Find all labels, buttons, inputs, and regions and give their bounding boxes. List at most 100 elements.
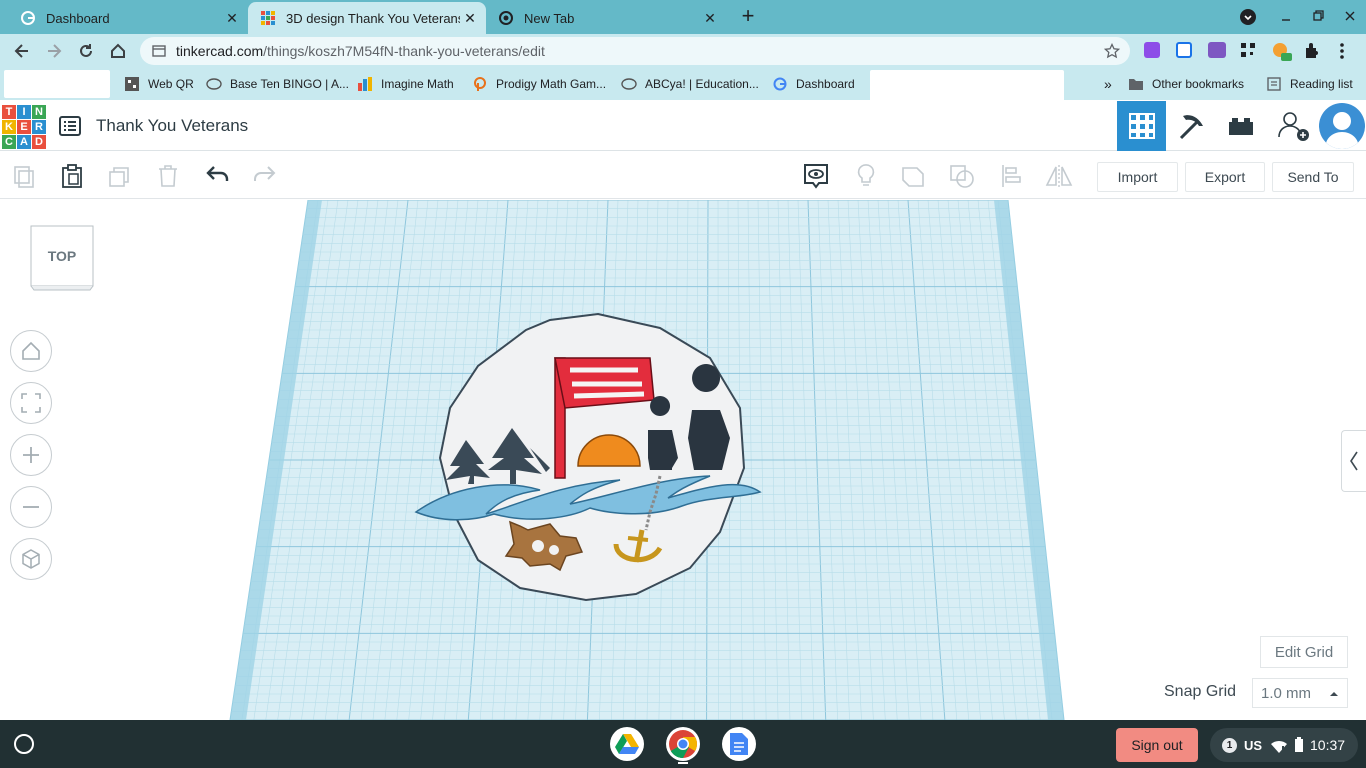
- other-bookmarks[interactable]: Other bookmarks: [1128, 68, 1244, 100]
- google-docs-icon[interactable]: [722, 727, 756, 761]
- home-icon[interactable]: [106, 40, 130, 62]
- extensions-puzzle-icon[interactable]: [1304, 42, 1320, 58]
- clock[interactable]: 10:37: [1310, 737, 1345, 753]
- bookmark-imagine-math[interactable]: Imagine Math: [357, 68, 454, 100]
- logo-letter: K: [2, 120, 16, 134]
- logo-letter: E: [17, 120, 31, 134]
- 3d-design-view-button[interactable]: [1117, 101, 1166, 151]
- tab-dashboard[interactable]: Dashboard ✕: [8, 2, 248, 34]
- export-button[interactable]: Export: [1185, 162, 1265, 192]
- copy-icon[interactable]: [8, 152, 40, 199]
- minimize-icon[interactable]: [1278, 8, 1294, 24]
- bricks-view-button[interactable]: [1216, 101, 1266, 151]
- zoom-out-button[interactable]: [10, 486, 52, 528]
- restore-icon[interactable]: [1310, 8, 1326, 24]
- tab-title: Dashboard: [46, 10, 110, 26]
- duplicate-icon[interactable]: [104, 152, 136, 199]
- browser-tab-strip: Dashboard ✕ 3D design Thank You Veterans…: [0, 0, 1366, 34]
- bookmark-web-qr[interactable]: Web QR: [124, 68, 194, 100]
- minecraft-view-button[interactable]: [1166, 101, 1216, 151]
- tab-new-tab[interactable]: New Tab ✕: [486, 2, 726, 34]
- paste-icon[interactable]: [56, 152, 88, 199]
- close-tab-icon[interactable]: ✕: [700, 10, 720, 27]
- logo-letter: T: [2, 105, 16, 119]
- logo-letter: N: [32, 105, 46, 119]
- extension-qr-icon[interactable]: [1240, 42, 1256, 58]
- align-icon[interactable]: [996, 152, 1028, 199]
- ungroup-icon[interactable]: [946, 152, 978, 199]
- tinkercad-logo[interactable]: TIN KER CAD: [2, 105, 46, 149]
- home-view-button[interactable]: [10, 330, 52, 372]
- reload-icon[interactable]: [74, 40, 98, 62]
- close-tab-icon[interactable]: ✕: [222, 10, 242, 27]
- browser-menu-icon[interactable]: [1338, 42, 1346, 60]
- design-list-icon[interactable]: [58, 114, 82, 138]
- chevron-left-icon: [1350, 451, 1358, 471]
- reading-list[interactable]: Reading list: [1266, 68, 1353, 100]
- google-drive-icon[interactable]: [610, 727, 644, 761]
- add-user-icon: [1278, 112, 1309, 141]
- send-to-button[interactable]: Send To: [1272, 162, 1354, 192]
- lightbulb-icon[interactable]: [850, 152, 882, 199]
- shapes-panel-toggle[interactable]: [1341, 430, 1366, 492]
- logo-letter: D: [32, 135, 46, 149]
- edit-grid-button[interactable]: Edit Grid: [1260, 636, 1348, 668]
- zoom-in-button[interactable]: [10, 434, 52, 476]
- extension-purple-icon[interactable]: [1144, 42, 1160, 58]
- logo-letter: A: [17, 135, 31, 149]
- os-shelf: Sign out 1 US 10:37: [0, 720, 1366, 768]
- extension-screen-icon[interactable]: [1176, 42, 1192, 58]
- fit-view-button[interactable]: [10, 382, 52, 424]
- view-cube-face-label: TOP: [47, 248, 77, 264]
- logo-letter: R: [32, 120, 46, 134]
- close-tab-icon[interactable]: ✕: [460, 10, 480, 27]
- bookmark-blank[interactable]: [870, 70, 1064, 102]
- launcher-icon[interactable]: [14, 734, 34, 754]
- bookmarks-overflow-button[interactable]: »: [1104, 68, 1112, 100]
- forward-icon[interactable]: [42, 40, 66, 62]
- workplane-viewport[interactable]: TOP Edit Grid Snap Grid 1.0 mm: [0, 200, 1366, 720]
- close-window-icon[interactable]: [1342, 8, 1358, 24]
- new-tab-button[interactable]: +: [736, 4, 760, 28]
- google-g-icon: [772, 76, 788, 92]
- bookmark-dashboard[interactable]: Dashboard: [772, 68, 855, 100]
- avatar[interactable]: [1319, 103, 1365, 149]
- bookmark-blank[interactable]: [4, 70, 110, 98]
- notes-visibility-icon[interactable]: [800, 152, 832, 199]
- undo-icon[interactable]: [202, 152, 234, 199]
- veterans-design-model[interactable]: [410, 308, 770, 608]
- sign-out-button[interactable]: Sign out: [1116, 728, 1198, 762]
- site-info-icon[interactable]: [152, 43, 168, 59]
- notification-count-badge[interactable]: 1: [1222, 738, 1237, 753]
- mirror-icon[interactable]: [1042, 152, 1076, 199]
- status-tray[interactable]: 1 US 10:37: [1210, 728, 1358, 762]
- url-path: /things/koszh7M54fN-thank-you-veterans/e…: [263, 43, 545, 59]
- snap-grid-select[interactable]: 1.0 mm: [1252, 678, 1348, 708]
- extension-pw-icon[interactable]: [1208, 42, 1226, 58]
- invite-user-button[interactable]: [1268, 101, 1318, 151]
- logo-letter: I: [17, 105, 31, 119]
- input-method-indicator[interactable]: US: [1244, 738, 1262, 753]
- design-title[interactable]: Thank You Veterans: [96, 116, 248, 136]
- delete-icon[interactable]: [152, 152, 184, 199]
- tinkercad-icon: [260, 10, 276, 26]
- import-button[interactable]: Import: [1097, 162, 1178, 192]
- perspective-button[interactable]: [10, 538, 52, 580]
- chrome-icon[interactable]: [666, 727, 700, 761]
- bookmark-prodigy[interactable]: Prodigy Math Gam...: [472, 68, 606, 100]
- bookmark-base-ten-bingo[interactable]: Base Ten BINGO | A...: [206, 68, 349, 100]
- snap-grid-value: 1.0 mm: [1261, 684, 1312, 702]
- back-icon[interactable]: [10, 40, 34, 62]
- url-host: tinkercad.com: [176, 43, 264, 59]
- group-icon[interactable]: [898, 152, 930, 199]
- pickaxe-icon: [1179, 115, 1203, 140]
- tab-search-icon[interactable]: [1240, 9, 1256, 25]
- snap-grid-label: Snap Grid: [1164, 683, 1237, 700]
- bookmark-star-icon[interactable]: [1103, 42, 1121, 59]
- tab-tinkercad[interactable]: 3D design Thank You Veterans | ✕: [248, 2, 486, 34]
- bookmark-abcya[interactable]: ABCya! | Education...: [621, 68, 759, 100]
- redo-icon[interactable]: [248, 152, 280, 199]
- view-cube[interactable]: TOP: [30, 225, 94, 291]
- extension-on-icon[interactable]: [1272, 42, 1292, 62]
- address-bar[interactable]: tinkercad.com/things/koszh7M54fN-thank-y…: [140, 37, 1130, 65]
